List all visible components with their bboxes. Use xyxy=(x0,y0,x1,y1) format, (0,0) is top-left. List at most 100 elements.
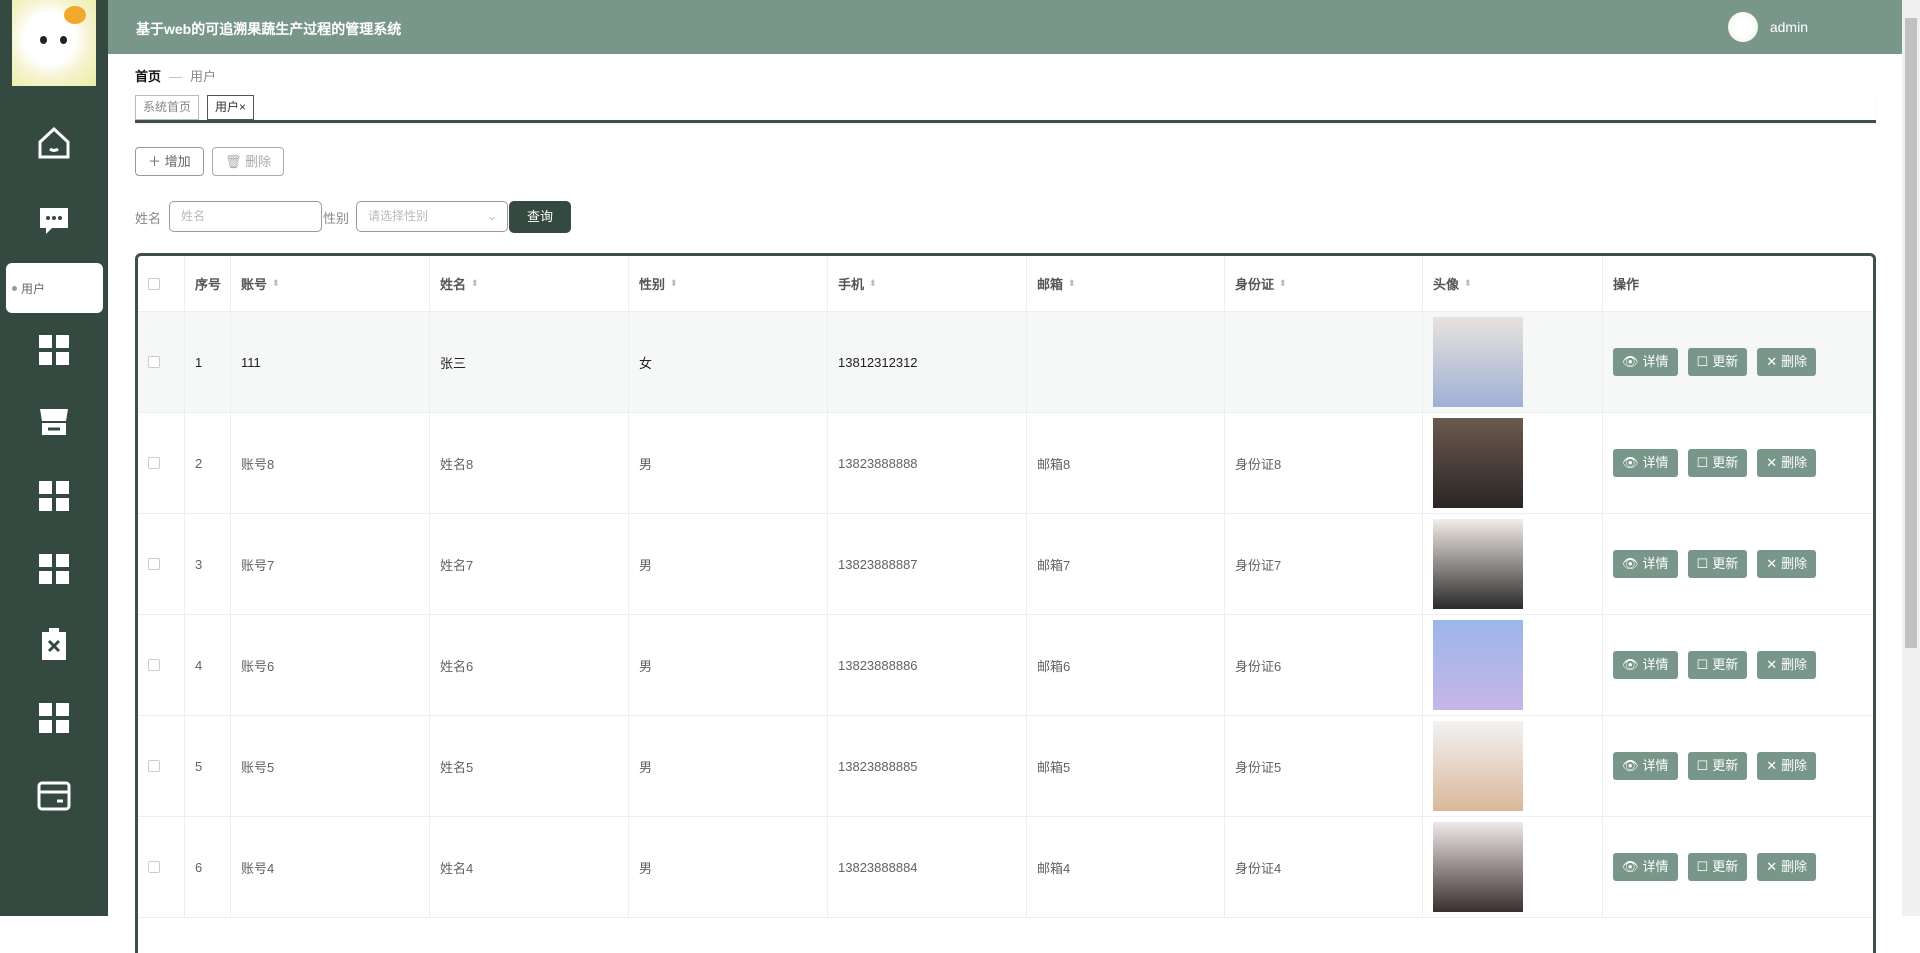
edit-icon: ☐ xyxy=(1696,354,1709,369)
select-all-checkbox[interactable] xyxy=(148,277,160,290)
row-delete-button[interactable]: ✕ 删除 xyxy=(1757,853,1817,881)
cell-email: 邮箱7 xyxy=(1027,514,1225,614)
eye-icon: 👁 xyxy=(1622,758,1639,773)
table-row: 2 账号8 姓名8 男 13823888888 邮箱8 身份证8 👁 详情 ☐ 更新 ✕ 删除 xyxy=(138,413,1873,514)
detail-button[interactable]: 👁 详情 xyxy=(1613,853,1678,881)
detail-label: 详情 xyxy=(1642,657,1669,672)
user-avatar-image[interactable] xyxy=(1433,519,1523,609)
cell-name: 姓名7 xyxy=(430,514,629,614)
card-icon[interactable] xyxy=(34,776,74,816)
update-button[interactable]: ☐ 更新 xyxy=(1687,853,1748,881)
detail-button[interactable]: 👁 详情 xyxy=(1613,550,1678,578)
col-phone[interactable]: 手机 ⬍ xyxy=(828,256,1027,311)
message-icon[interactable] xyxy=(34,200,74,240)
cell-no: 4 xyxy=(185,615,231,715)
sort-icon[interactable]: ⬍ xyxy=(1068,278,1076,289)
user-avatar-image[interactable] xyxy=(1433,822,1523,912)
tab-user[interactable]: 用户× xyxy=(207,95,255,120)
detail-button[interactable]: 👁 详情 xyxy=(1613,449,1678,477)
update-label: 更新 xyxy=(1712,758,1739,773)
detail-button[interactable]: 👁 详情 xyxy=(1613,651,1678,679)
gender-select[interactable]: 请选择性别 ⌄ xyxy=(356,201,508,232)
eye-icon: 👁 xyxy=(1622,556,1639,571)
user-avatar-image[interactable] xyxy=(1433,317,1523,407)
row-checkbox[interactable] xyxy=(148,659,160,671)
col-email[interactable]: 邮箱 ⬍ xyxy=(1027,256,1225,311)
user-avatar-image[interactable] xyxy=(1433,721,1523,811)
col-id-card[interactable]: 身份证 ⬍ xyxy=(1225,256,1423,311)
cell-gender: 女 xyxy=(629,312,828,412)
grid-icon[interactable] xyxy=(34,330,74,370)
close-icon[interactable]: × xyxy=(239,100,246,114)
update-button[interactable]: ☐ 更新 xyxy=(1687,752,1748,780)
top-header: 基于web的可追溯果蔬生产过程的管理系统 admin xyxy=(108,0,1902,54)
cell-account: 账号5 xyxy=(231,716,430,816)
row-delete-button[interactable]: ✕ 删除 xyxy=(1757,651,1817,679)
detail-label: 详情 xyxy=(1642,455,1669,470)
cell-account: 账号8 xyxy=(231,413,430,513)
detail-button[interactable]: 👁 详情 xyxy=(1613,752,1678,780)
delete-button[interactable]: 🗑 删除 xyxy=(212,147,285,176)
col-account[interactable]: 账号 ⬍ xyxy=(231,256,430,311)
table-row: 1 111 张三女 13812312312 👁 详情 ☐ 更新 ✕ 删除 xyxy=(138,312,1873,413)
home-icon[interactable] xyxy=(34,123,74,163)
row-delete-button[interactable]: ✕ 删除 xyxy=(1757,550,1817,578)
user-menu[interactable]: admin xyxy=(1727,12,1808,42)
sort-icon[interactable]: ⬍ xyxy=(1279,278,1287,289)
breadcrumb-home[interactable]: 首页 xyxy=(135,69,161,84)
cell-name: 姓名6 xyxy=(430,615,629,715)
row-checkbox[interactable] xyxy=(148,760,160,772)
user-avatar-image[interactable] xyxy=(1433,418,1523,508)
update-button[interactable]: ☐ 更新 xyxy=(1687,449,1748,477)
query-button[interactable]: 查询 xyxy=(509,201,571,233)
name-input[interactable]: 姓名 xyxy=(169,201,322,232)
breadcrumb-separator: — xyxy=(169,69,183,84)
sort-icon[interactable]: ⬍ xyxy=(272,278,280,289)
cell-id-card: 身份证6 xyxy=(1225,615,1423,715)
table-row: 4 账号6 姓名6 男 13823888886 邮箱6 身份证6 👁 详情 ☐ 更新 ✕ 删除 xyxy=(138,615,1873,716)
col-label: 手机 xyxy=(838,277,865,292)
grid-icon[interactable] xyxy=(34,698,74,738)
row-delete-button[interactable]: ✕ 删除 xyxy=(1757,348,1817,376)
grid-icon[interactable] xyxy=(34,549,74,589)
row-checkbox[interactable] xyxy=(148,558,160,570)
col-label: 头像 xyxy=(1433,277,1460,292)
row-checkbox[interactable] xyxy=(148,457,160,469)
sort-icon[interactable]: ⬍ xyxy=(869,278,877,289)
cell-id-card: 身份证8 xyxy=(1225,413,1423,513)
update-button[interactable]: ☐ 更新 xyxy=(1687,651,1748,679)
scrollbar[interactable] xyxy=(1902,0,1920,916)
row-checkbox[interactable] xyxy=(148,861,160,873)
col-gender[interactable]: 性别 ⬍ xyxy=(629,256,828,311)
cell-name: 姓名8 xyxy=(430,413,629,513)
sort-icon[interactable]: ⬍ xyxy=(670,278,678,289)
update-button[interactable]: ☐ 更新 xyxy=(1687,550,1748,578)
row-delete-button[interactable]: ✕ 删除 xyxy=(1757,752,1817,780)
add-button[interactable]: ＋ 增加 xyxy=(135,147,204,176)
row-checkbox[interactable] xyxy=(148,356,160,368)
update-button[interactable]: ☐ 更新 xyxy=(1687,348,1748,376)
cell-no: 1 xyxy=(185,312,231,412)
sort-icon[interactable]: ⬍ xyxy=(1464,278,1472,289)
col-label: 账号 xyxy=(241,277,268,292)
cell-phone: 13812312312 xyxy=(828,312,1027,412)
delete-label: 删除 xyxy=(1781,657,1808,672)
edit-icon: ☐ xyxy=(1696,859,1709,874)
sort-icon[interactable]: ⬍ xyxy=(471,278,479,289)
grid-icon[interactable] xyxy=(34,476,74,516)
update-label: 更新 xyxy=(1712,657,1739,672)
user-avatar-image[interactable] xyxy=(1433,620,1523,710)
store-icon[interactable] xyxy=(34,402,74,442)
detail-button[interactable]: 👁 详情 xyxy=(1613,348,1678,376)
tab-home[interactable]: 系统首页 xyxy=(135,95,200,120)
cell-no: 6 xyxy=(185,817,231,917)
col-name[interactable]: 姓名 ⬍ xyxy=(430,256,629,311)
tab-label: 用户 xyxy=(215,100,240,114)
edit-icon: ☐ xyxy=(1696,657,1709,672)
row-delete-button[interactable]: ✕ 删除 xyxy=(1757,449,1817,477)
col-avatar[interactable]: 头像 ⬍ xyxy=(1423,256,1603,311)
cell-phone: 13823888885 xyxy=(828,716,1027,816)
col-label: 性别 xyxy=(639,277,666,292)
sidebar-item-user[interactable]: 用户 xyxy=(6,263,103,313)
clipboard-x-icon[interactable] xyxy=(34,624,74,664)
